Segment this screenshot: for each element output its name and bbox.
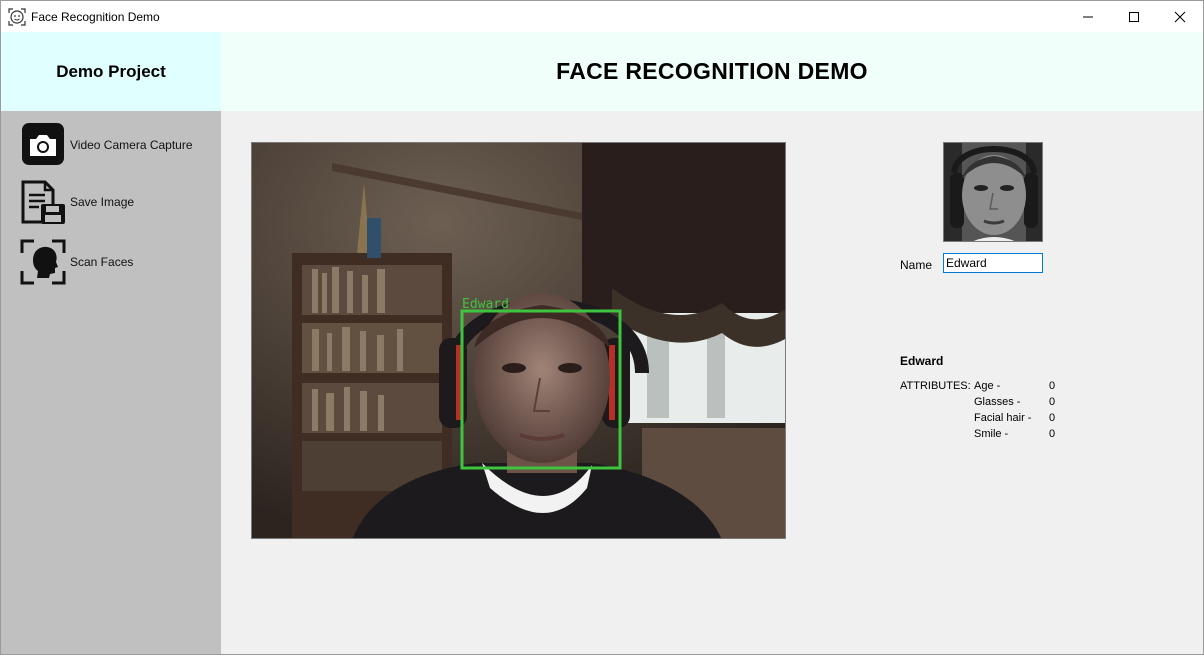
- minimize-icon: [1083, 16, 1093, 17]
- attribute-key: Age -: [974, 380, 1001, 392]
- person-name: Edward: [900, 354, 944, 368]
- name-input[interactable]: [943, 253, 1043, 273]
- face-thumbnail: [943, 142, 1043, 242]
- face-detection-label: Edward: [462, 297, 509, 312]
- minimize-button[interactable]: [1065, 1, 1111, 32]
- sidebar-item-video-camera-capture[interactable]: Video Camera Capture: [19, 121, 193, 169]
- attributes-title: ATTRIBUTES:: [900, 380, 971, 392]
- maximize-icon: [1129, 11, 1139, 22]
- sidebar: Demo Project Video Camera Capture Save I…: [1, 32, 221, 654]
- attribute-key: Facial hair -: [974, 412, 1032, 424]
- attribute-value: 0: [1049, 380, 1056, 392]
- camera-icon: [19, 121, 67, 169]
- close-icon: [1174, 11, 1186, 22]
- attribute-value: 0: [1049, 396, 1056, 408]
- face-scan-icon: [19, 238, 67, 286]
- title-bar: Face Recognition Demo: [1, 1, 1203, 32]
- sidebar-item-label: Scan Faces: [70, 255, 134, 269]
- close-button[interactable]: [1157, 1, 1203, 32]
- save-document-icon: [19, 178, 67, 226]
- app-window: Face Recognition Demo Demo Project Video…: [0, 0, 1204, 655]
- maximize-button[interactable]: [1111, 1, 1157, 32]
- attribute-value: 0: [1049, 412, 1056, 424]
- name-label: Name: [900, 258, 933, 272]
- sidebar-item-scan-faces[interactable]: Scan Faces: [19, 238, 133, 286]
- attribute-key: Glasses -: [974, 396, 1021, 408]
- attribute-value: 0: [1049, 428, 1056, 440]
- page-title: FACE RECOGNITION DEMO: [221, 32, 1203, 111]
- app-face-icon: [8, 7, 26, 26]
- sidebar-item-label: Save Image: [70, 195, 135, 209]
- window-title: Face Recognition Demo: [31, 9, 160, 24]
- video-feed: Edward: [251, 142, 786, 539]
- attribute-key: Smile -: [974, 428, 1009, 440]
- brand-title: Demo Project: [1, 32, 221, 111]
- sidebar-item-save-image[interactable]: Save Image: [19, 178, 134, 226]
- sidebar-item-label: Video Camera Capture: [70, 138, 193, 152]
